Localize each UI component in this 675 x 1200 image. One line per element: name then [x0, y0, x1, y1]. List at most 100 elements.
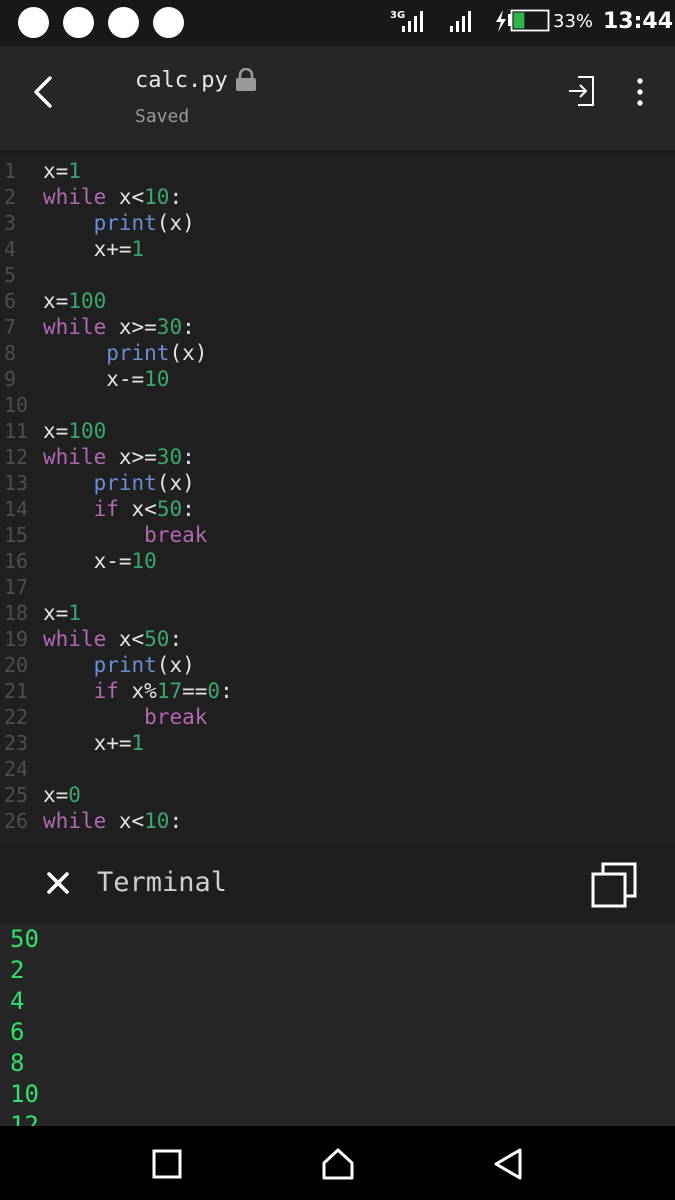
file-name: calc.py: [135, 68, 228, 93]
code-token: 17: [156, 679, 183, 703]
code-text: break: [43, 522, 207, 548]
copy-icon[interactable]: [590, 861, 638, 909]
line-number: 5: [4, 263, 17, 287]
code-text: while x<10:: [43, 184, 182, 210]
terminal-title: Terminal: [97, 867, 228, 898]
code-token: x=: [43, 783, 69, 807]
code-token: (x): [169, 341, 208, 365]
back-icon[interactable]: [490, 1146, 526, 1182]
notification-dot-icon: [108, 7, 139, 38]
code-text: x-=10: [43, 366, 169, 392]
line-number: 13: [4, 471, 29, 495]
notification-dot-icon: [18, 7, 49, 38]
save-status: Saved: [135, 106, 190, 127]
line-number: 21: [4, 679, 29, 703]
run-icon[interactable]: [566, 74, 596, 108]
code-text: if x<50:: [43, 496, 195, 522]
code-token: x=: [43, 289, 69, 313]
code-token: ==: [182, 679, 208, 703]
code-token: x%: [118, 679, 157, 703]
code-token: x<: [106, 185, 145, 209]
code-token: print: [106, 341, 170, 365]
status-bar: 3G 33% 13:44: [0, 0, 675, 46]
line-number: 15: [4, 523, 29, 547]
code-token: x<: [106, 809, 145, 833]
code-token: 10: [144, 367, 170, 391]
line-number: 24: [4, 757, 29, 781]
code-text: x=100: [43, 288, 106, 314]
navigation-bar: [0, 1126, 675, 1200]
code-text: print(x): [43, 210, 195, 236]
code-token: break: [144, 523, 208, 547]
line-number: 23: [4, 731, 29, 755]
code-text: break: [43, 704, 207, 730]
terminal-header: Terminal: [0, 843, 675, 923]
code-token: x>=: [106, 445, 157, 469]
code-token: 1: [68, 159, 81, 183]
code-editor[interactable]: 1 x=1 2 while x<10: 3 print(x) 4 x+=1 5 6 x=100 7…: [0, 156, 675, 843]
cellular-3g-signal-icon: 3G: [390, 10, 423, 32]
code-token: :: [182, 497, 195, 521]
close-icon[interactable]: [46, 871, 70, 895]
code-token: 50: [156, 497, 183, 521]
terminal-output-line: 2: [10, 956, 25, 984]
line-number: 25: [4, 783, 29, 807]
code-token: 1: [131, 237, 145, 261]
code-text: x=100: [43, 418, 106, 444]
code-token: x-=: [43, 549, 132, 573]
battery-fill: [513, 12, 525, 29]
code-token: if: [93, 679, 119, 703]
code-token: break: [144, 705, 208, 729]
code-text: x=1: [43, 600, 81, 626]
code-token: 1: [131, 731, 145, 755]
code-token: x=: [43, 419, 69, 443]
code-text: x=0: [43, 782, 81, 808]
code-token: x=: [43, 159, 69, 183]
code-token: 30: [156, 445, 183, 469]
code-token: 0: [207, 679, 221, 703]
code-token: 30: [156, 315, 183, 339]
terminal-output-line: 8: [10, 1049, 25, 1077]
more-vert-icon[interactable]: [630, 76, 650, 108]
code-token: x=: [43, 601, 69, 625]
code-token: :: [169, 627, 183, 651]
line-number: 7: [4, 315, 17, 339]
code-token: x<: [118, 497, 157, 521]
battery-charging-icon: [496, 9, 550, 32]
line-number: 20: [4, 653, 29, 677]
code-token: (x): [156, 211, 195, 235]
code-text: print(x): [43, 340, 207, 366]
code-token: 1: [68, 601, 81, 625]
back-arrow-icon[interactable]: [26, 72, 62, 112]
code-token: :: [182, 315, 195, 339]
terminal-output[interactable]: 50 2 4 6 8 10 12: [0, 923, 675, 1126]
code-token: 0: [68, 783, 81, 807]
line-number: 16: [4, 549, 29, 573]
code-text: print(x): [43, 470, 195, 496]
recent-apps-icon[interactable]: [149, 1146, 185, 1182]
code-token: 50: [144, 627, 170, 651]
code-token: :: [220, 679, 233, 703]
line-number: 26: [4, 809, 29, 833]
code-token: 10: [144, 809, 170, 833]
notification-dot-icon: [153, 7, 184, 38]
code-token: while: [43, 627, 107, 651]
code-token: 100: [68, 289, 107, 313]
code-token: if: [93, 497, 119, 521]
line-number: 11: [4, 419, 29, 443]
code-text: while x<50:: [43, 626, 182, 652]
terminal-output-line: 4: [10, 987, 25, 1015]
code-token: print: [93, 211, 157, 235]
app-bar: calc.py Saved: [0, 46, 675, 150]
code-token: print: [93, 471, 157, 495]
code-text: x+=1: [43, 730, 145, 756]
line-number: 8: [4, 341, 17, 365]
home-icon[interactable]: [320, 1146, 356, 1182]
code-text: while x>=30:: [43, 444, 195, 470]
